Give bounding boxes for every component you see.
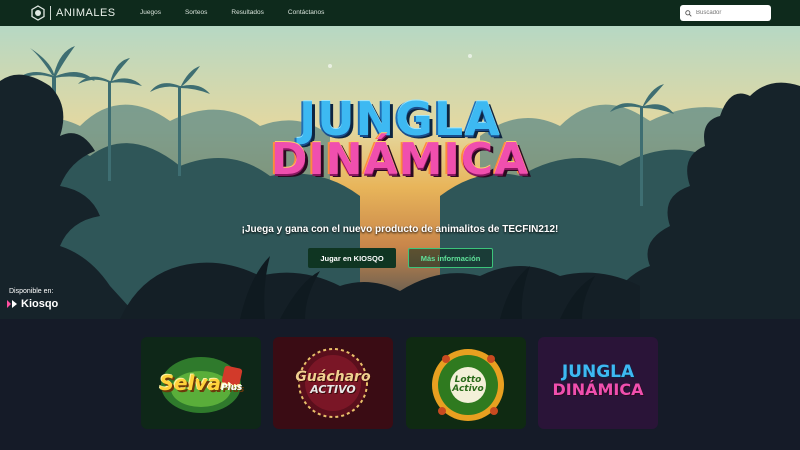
hero-title-line2: DINÁMICA — [270, 134, 530, 185]
search-icon — [685, 9, 692, 17]
nav-link-resultados[interactable]: Resultados — [231, 9, 264, 16]
game-card-guacharo-activo[interactable]: Guácharo ACTIVO — [273, 337, 393, 429]
animal-logo-icon — [31, 5, 45, 21]
jungla-card-title-line2: DINÁMICA — [552, 380, 644, 399]
logo[interactable]: ANIMALES — [30, 5, 116, 21]
games-section: SelvaPlus Guácharo ACTIVO Lotto Activo J… — [0, 319, 800, 450]
top-navbar: ANIMALES Juegos Sorteos Resultados Contá… — [0, 0, 800, 26]
search-input[interactable] — [696, 10, 766, 16]
more-info-button[interactable]: Más información — [408, 248, 493, 268]
logo-divider — [50, 6, 51, 20]
kiosqo-brand-text: Kiosqo — [21, 298, 59, 310]
hero-banner: JUNGLA DINÁMICA ¡Juega y gana con el nue… — [0, 26, 800, 319]
lotto-activo-title: Lotto Activo — [452, 375, 484, 394]
search-box[interactable] — [680, 5, 771, 21]
guacharo-title: Guácharo ACTIVO — [295, 369, 371, 396]
play-kiosqo-button[interactable]: Jugar en KIOSQO — [308, 248, 396, 268]
game-card-jungla-dinamica[interactable]: JUNGLA DINÁMICA — [538, 337, 658, 429]
nav-link-juegos[interactable]: Juegos — [140, 9, 161, 16]
nav-link-contactanos[interactable]: Contáctanos — [288, 9, 325, 16]
selva-plus-title: SelvaPlus — [159, 371, 243, 395]
hero-title: JUNGLA DINÁMICA — [0, 96, 800, 182]
jungla-card-title-line1: JUNGLA — [561, 362, 635, 382]
nav-link-sorteos[interactable]: Sorteos — [185, 9, 207, 16]
game-card-selva-plus[interactable]: SelvaPlus — [141, 337, 261, 429]
kiosqo-link[interactable]: Kiosqo — [6, 298, 58, 310]
hero-tagline: ¡Juega y gana con el nuevo producto de a… — [241, 224, 559, 235]
game-card-lotto-activo[interactable]: Lotto Activo — [406, 337, 526, 429]
available-label: Disponible en: — [9, 288, 54, 295]
main-menu: Juegos Sorteos Resultados Contáctanos — [140, 9, 348, 16]
kiosqo-logo-icon — [7, 300, 17, 308]
logo-text: ANIMALES — [56, 7, 116, 19]
